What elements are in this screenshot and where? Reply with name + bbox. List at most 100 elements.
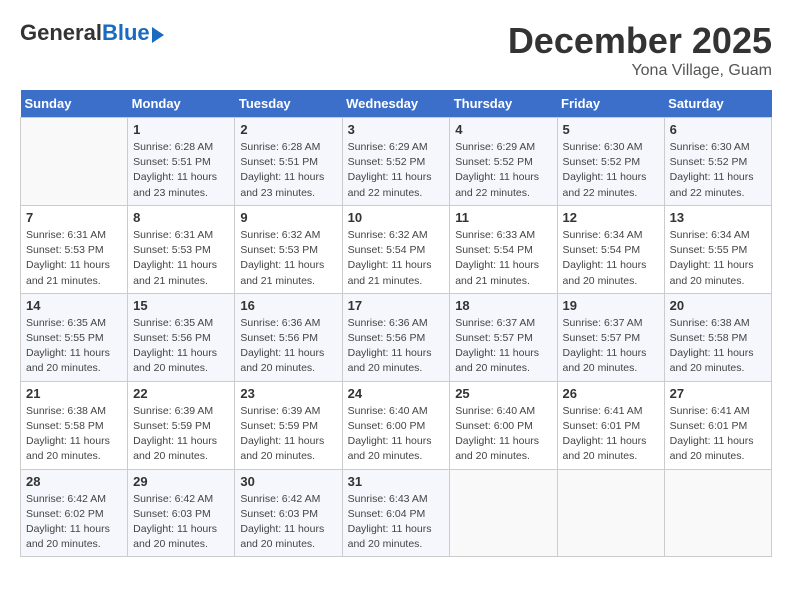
calendar-cell: 31Sunrise: 6:43 AMSunset: 6:04 PMDayligh…	[342, 469, 450, 557]
day-number: 1	[133, 122, 229, 137]
logo-general: General	[20, 20, 102, 46]
day-number: 21	[26, 386, 122, 401]
calendar-cell: 21 Sunrise: 6:38 AMSunset: 5:58 PMDayligh…	[21, 381, 128, 469]
calendar-cell: 13 Sunrise: 6:34 AMSunset: 5:55 PMDayligh…	[664, 205, 771, 293]
day-number: 15	[133, 298, 229, 313]
day-number: 24	[348, 386, 445, 401]
day-info: Sunrise: 6:28 AMSunset: 5:51 PMDaylight:…	[133, 140, 229, 201]
day-info: Sunrise: 6:30 AMSunset: 5:52 PMDaylight:…	[670, 140, 766, 201]
day-number: 16	[240, 298, 336, 313]
calendar-cell: 14 Sunrise: 6:35 AMSunset: 5:55 PMDayligh…	[21, 293, 128, 381]
day-info: Sunrise: 6:35 AMSunset: 5:55 PMDaylight:…	[26, 316, 122, 377]
calendar-cell: 16 Sunrise: 6:36 AMSunset: 5:56 PMDayligh…	[235, 293, 342, 381]
calendar-cell: 12Sunrise: 6:34 AMSunset: 5:54 PMDayligh…	[557, 205, 664, 293]
day-number: 10	[348, 210, 445, 225]
calendar-cell: 15 Sunrise: 6:35 AMSunset: 5:56 PMDayligh…	[128, 293, 235, 381]
day-info: Sunrise: 6:34 AMSunset: 5:55 PMDaylight:…	[670, 228, 766, 289]
day-info: Sunrise: 6:30 AMSunset: 5:52 PMDaylight:…	[563, 140, 659, 201]
day-info: Sunrise: 6:41 AMSunset: 6:01 PMDaylight:…	[563, 404, 659, 465]
calendar-cell: 27 Sunrise: 6:41 AMSunset: 6:01 PMDayligh…	[664, 381, 771, 469]
calendar-cell: 9 Sunrise: 6:32 AMSunset: 5:53 PMDaylight…	[235, 205, 342, 293]
calendar-cell: 26Sunrise: 6:41 AMSunset: 6:01 PMDayligh…	[557, 381, 664, 469]
day-header-thursday: Thursday	[450, 90, 557, 118]
day-info: Sunrise: 6:36 AMSunset: 5:56 PMDaylight:…	[348, 316, 445, 377]
day-number: 23	[240, 386, 336, 401]
day-info: Sunrise: 6:38 AMSunset: 5:58 PMDaylight:…	[670, 316, 766, 377]
calendar-cell	[21, 118, 128, 206]
calendar-cell	[557, 469, 664, 557]
day-info: Sunrise: 6:42 AMSunset: 6:03 PMDaylight:…	[133, 492, 229, 553]
day-header-saturday: Saturday	[664, 90, 771, 118]
week-row-3: 14 Sunrise: 6:35 AMSunset: 5:55 PMDayligh…	[21, 293, 772, 381]
day-info: Sunrise: 6:34 AMSunset: 5:54 PMDaylight:…	[563, 228, 659, 289]
calendar-cell: 11 Sunrise: 6:33 AMSunset: 5:54 PMDayligh…	[450, 205, 557, 293]
calendar-cell: 4 Sunrise: 6:29 AMSunset: 5:52 PMDaylight…	[450, 118, 557, 206]
calendar-cell: 7 Sunrise: 6:31 AMSunset: 5:53 PMDaylight…	[21, 205, 128, 293]
logo-blue: Blue	[102, 20, 150, 46]
calendar-cell: 8Sunrise: 6:31 AMSunset: 5:53 PMDaylight…	[128, 205, 235, 293]
day-info: Sunrise: 6:29 AMSunset: 5:52 PMDaylight:…	[348, 140, 445, 201]
day-number: 19	[563, 298, 659, 313]
day-number: 14	[26, 298, 122, 313]
calendar-cell	[664, 469, 771, 557]
day-number: 2	[240, 122, 336, 137]
day-number: 3	[348, 122, 445, 137]
calendar-table: SundayMondayTuesdayWednesdayThursdayFrid…	[20, 90, 772, 557]
day-number: 9	[240, 210, 336, 225]
calendar-cell: 1 Sunrise: 6:28 AMSunset: 5:51 PMDaylight…	[128, 118, 235, 206]
day-number: 13	[670, 210, 766, 225]
day-number: 30	[240, 474, 336, 489]
calendar-cell: 30Sunrise: 6:42 AMSunset: 6:03 PMDayligh…	[235, 469, 342, 557]
month-title: December 2025	[508, 20, 772, 62]
day-info: Sunrise: 6:40 AMSunset: 6:00 PMDaylight:…	[455, 404, 551, 465]
day-number: 7	[26, 210, 122, 225]
day-info: Sunrise: 6:32 AMSunset: 5:54 PMDaylight:…	[348, 228, 445, 289]
day-info: Sunrise: 6:29 AMSunset: 5:52 PMDaylight:…	[455, 140, 551, 201]
day-info: Sunrise: 6:41 AMSunset: 6:01 PMDaylight:…	[670, 404, 766, 465]
calendar-cell: 29 Sunrise: 6:42 AMSunset: 6:03 PMDayligh…	[128, 469, 235, 557]
day-number: 31	[348, 474, 445, 489]
day-number: 18	[455, 298, 551, 313]
week-row-1: 1 Sunrise: 6:28 AMSunset: 5:51 PMDaylight…	[21, 118, 772, 206]
day-header-sunday: Sunday	[21, 90, 128, 118]
calendar-cell: 20 Sunrise: 6:38 AMSunset: 5:58 PMDayligh…	[664, 293, 771, 381]
calendar-cell: 24 Sunrise: 6:40 AMSunset: 6:00 PMDayligh…	[342, 381, 450, 469]
day-info: Sunrise: 6:36 AMSunset: 5:56 PMDaylight:…	[240, 316, 336, 377]
day-number: 6	[670, 122, 766, 137]
day-number: 28	[26, 474, 122, 489]
day-info: Sunrise: 6:32 AMSunset: 5:53 PMDaylight:…	[240, 228, 336, 289]
week-row-5: 28 Sunrise: 6:42 AMSunset: 6:02 PMDayligh…	[21, 469, 772, 557]
day-number: 20	[670, 298, 766, 313]
day-header-wednesday: Wednesday	[342, 90, 450, 118]
logo-arrow-icon	[152, 27, 164, 43]
page-header: General Blue December 2025 Yona Village,…	[20, 20, 772, 80]
day-number: 27	[670, 386, 766, 401]
day-info: Sunrise: 6:33 AMSunset: 5:54 PMDaylight:…	[455, 228, 551, 289]
calendar-header-row: SundayMondayTuesdayWednesdayThursdayFrid…	[21, 90, 772, 118]
calendar-cell: 19Sunrise: 6:37 AMSunset: 5:57 PMDayligh…	[557, 293, 664, 381]
day-number: 4	[455, 122, 551, 137]
calendar-cell: 18Sunrise: 6:37 AMSunset: 5:57 PMDayligh…	[450, 293, 557, 381]
day-info: Sunrise: 6:40 AMSunset: 6:00 PMDaylight:…	[348, 404, 445, 465]
day-number: 29	[133, 474, 229, 489]
day-info: Sunrise: 6:42 AMSunset: 6:02 PMDaylight:…	[26, 492, 122, 553]
calendar-cell: 3 Sunrise: 6:29 AMSunset: 5:52 PMDaylight…	[342, 118, 450, 206]
day-info: Sunrise: 6:39 AMSunset: 5:59 PMDaylight:…	[133, 404, 229, 465]
day-info: Sunrise: 6:39 AMSunset: 5:59 PMDaylight:…	[240, 404, 336, 465]
day-number: 8	[133, 210, 229, 225]
day-number: 17	[348, 298, 445, 313]
day-info: Sunrise: 6:38 AMSunset: 5:58 PMDaylight:…	[26, 404, 122, 465]
calendar-cell: 2Sunrise: 6:28 AMSunset: 5:51 PMDaylight…	[235, 118, 342, 206]
day-info: Sunrise: 6:31 AMSunset: 5:53 PMDaylight:…	[26, 228, 122, 289]
title-block: December 2025 Yona Village, Guam	[508, 20, 772, 80]
location: Yona Village, Guam	[508, 62, 772, 80]
day-info: Sunrise: 6:35 AMSunset: 5:56 PMDaylight:…	[133, 316, 229, 377]
day-header-friday: Friday	[557, 90, 664, 118]
week-row-4: 21 Sunrise: 6:38 AMSunset: 5:58 PMDayligh…	[21, 381, 772, 469]
calendar-cell: 23 Sunrise: 6:39 AMSunset: 5:59 PMDayligh…	[235, 381, 342, 469]
calendar-cell: 10 Sunrise: 6:32 AMSunset: 5:54 PMDayligh…	[342, 205, 450, 293]
calendar-cell: 22Sunrise: 6:39 AMSunset: 5:59 PMDayligh…	[128, 381, 235, 469]
calendar-cell: 28 Sunrise: 6:42 AMSunset: 6:02 PMDayligh…	[21, 469, 128, 557]
logo: General Blue	[20, 20, 164, 46]
day-number: 11	[455, 210, 551, 225]
